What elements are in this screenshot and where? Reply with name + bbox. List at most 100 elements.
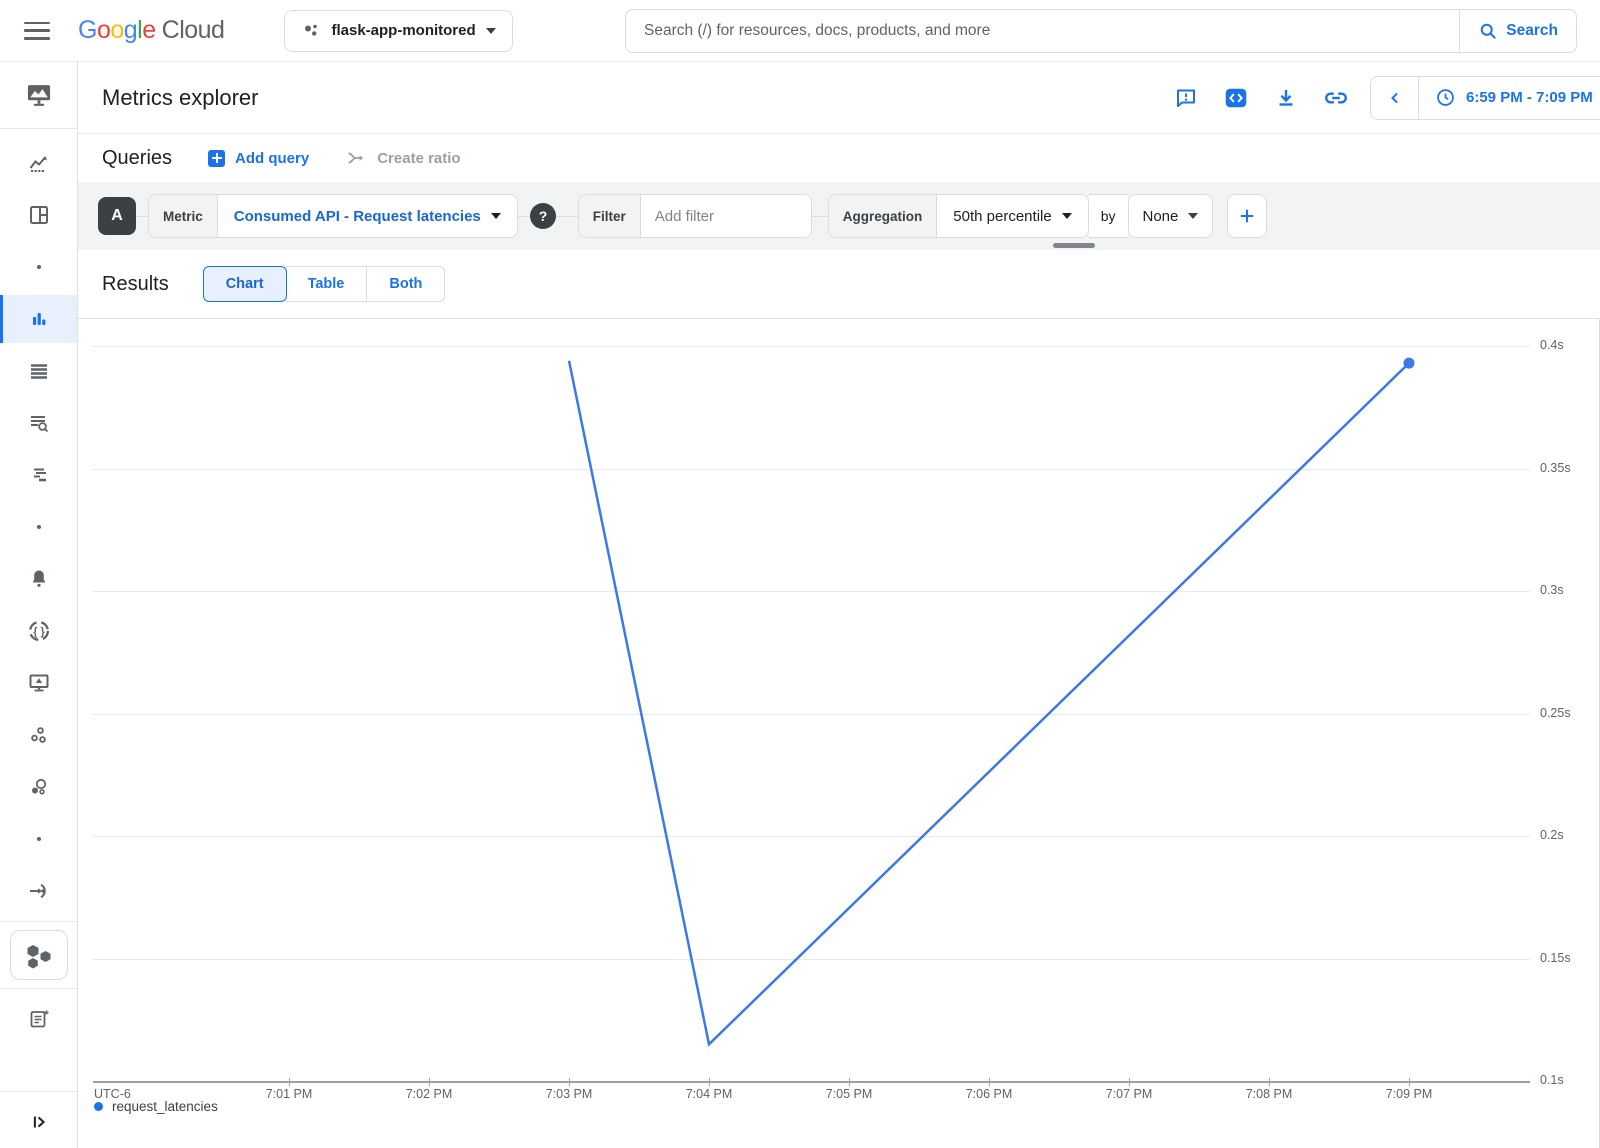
sidebar-item-dashboards[interactable]: [0, 189, 77, 241]
time-range-control: 6:59 PM - 7:09 PM: [1370, 76, 1600, 120]
data-sink-icon: [27, 879, 51, 903]
filter-input[interactable]: [641, 195, 811, 237]
add-query-button[interactable]: Add query: [208, 150, 309, 167]
results-view-toggle: Chart Table Both: [203, 266, 446, 302]
page-header: Metrics explorer: [78, 62, 1600, 134]
sidebar-item-groups[interactable]: [0, 709, 77, 761]
sidebar-item-alerting[interactable]: [0, 553, 77, 605]
clock-icon: [1435, 87, 1456, 108]
hexagons-icon: [24, 941, 54, 969]
aggregation-dropdown[interactable]: 50th percentile: [937, 195, 1087, 237]
metric-value: Consumed API - Request latencies: [234, 208, 481, 225]
create-ratio-button[interactable]: Create ratio: [345, 147, 460, 169]
sidebar-item-tune[interactable]: [0, 449, 77, 501]
sidebar-item-trend-chart[interactable]: [0, 137, 77, 189]
notes-icon: [27, 1007, 51, 1031]
uptime-monitor-icon: [27, 671, 51, 695]
circles-icon: [27, 775, 51, 799]
filter-label: Filter: [579, 195, 641, 237]
line-chart-plot-area[interactable]: 0.4s0.35s0.3s0.25s0.2s0.15s0.1s7:01 PM7:…: [78, 319, 1599, 1148]
by-label: by: [1089, 194, 1128, 238]
aggregation-control: Aggregation 50th percentile: [828, 194, 1089, 238]
collapse-panel-button[interactable]: [0, 1096, 77, 1148]
queries-row: Queries Add query Create ratio: [78, 134, 1600, 182]
sidebar-item-integrations[interactable]: { }: [0, 605, 77, 657]
logo-cloud-text: Cloud: [162, 16, 225, 44]
logo-letter: e: [142, 16, 155, 44]
chart-legend[interactable]: request_latencies: [94, 1099, 218, 1114]
trend-chart-icon: [27, 151, 51, 175]
page-title: Metrics explorer: [102, 85, 258, 111]
filter-control: Filter: [578, 194, 812, 238]
code-editor-button[interactable]: [1223, 85, 1249, 111]
legend-dot-icon: [94, 1102, 103, 1111]
chart-line-svg: [78, 319, 1600, 1148]
project-icon: [301, 21, 321, 41]
sidebar-separator-dot: [0, 813, 77, 865]
feedback-icon: [1174, 86, 1198, 110]
sidebar-item-hexagons[interactable]: [10, 930, 68, 980]
add-aggregation-button[interactable]: [1227, 194, 1267, 238]
sidebar-item-services[interactable]: [0, 761, 77, 813]
sidebar-item-uptime-checks[interactable]: [0, 657, 77, 709]
sidebar-separator-dot: [0, 241, 77, 293]
chevron-down-icon: [1062, 213, 1072, 219]
hamburger-menu-icon[interactable]: [24, 22, 50, 40]
connector-line: [556, 216, 578, 217]
logo-letter: G: [78, 16, 97, 44]
metric-selector: Metric Consumed API - Request latencies: [148, 194, 518, 238]
time-range-button[interactable]: 6:59 PM - 7:09 PM: [1419, 87, 1600, 108]
series-end-point: [1404, 358, 1415, 369]
chevron-left-icon: [1385, 88, 1405, 108]
expand-panel-icon: [28, 1111, 50, 1133]
aggregation-value: 50th percentile: [953, 208, 1051, 225]
metric-help-button[interactable]: ?: [530, 203, 556, 229]
merge-arrow-icon: [345, 147, 367, 169]
global-search: Search: [625, 9, 1577, 53]
resize-drag-handle[interactable]: [1053, 243, 1095, 248]
sidebar-divider: [0, 921, 77, 922]
tab-table[interactable]: Table: [286, 266, 368, 302]
time-range-value: 6:59 PM - 7:09 PM: [1466, 89, 1593, 106]
share-link-button[interactable]: [1323, 85, 1349, 111]
braces-circle-icon: { }: [26, 618, 52, 644]
logo-letter: g: [124, 16, 137, 44]
plus-icon: [1237, 206, 1257, 226]
chevron-down-icon: [486, 28, 496, 34]
main-content: Metrics explorer: [78, 62, 1600, 1148]
metric-dropdown[interactable]: Consumed API - Request latencies: [218, 195, 517, 237]
google-cloud-logo: GoogleCloud: [78, 16, 224, 45]
list-icon: [27, 359, 51, 383]
link-icon: [1323, 85, 1349, 111]
search-button[interactable]: Search: [1459, 10, 1576, 52]
tab-both[interactable]: Both: [367, 266, 445, 302]
plus-icon: [208, 150, 225, 167]
sidebar-item-data-sink[interactable]: [0, 865, 77, 917]
aggregation-label: Aggregation: [829, 195, 938, 237]
search-input[interactable]: [626, 22, 1459, 40]
sidebar-item-log-search[interactable]: [0, 397, 77, 449]
project-name: flask-app-monitored: [331, 22, 475, 39]
left-nav-sidebar: { }: [0, 62, 78, 1148]
chevron-down-icon: [491, 213, 501, 219]
monitoring-logo[interactable]: [0, 62, 77, 129]
bell-icon: [27, 567, 51, 591]
code-icon: [1223, 85, 1249, 111]
query-letter-badge[interactable]: A: [98, 197, 136, 235]
log-search-icon: [27, 411, 51, 435]
project-selector[interactable]: flask-app-monitored: [284, 10, 512, 52]
sidebar-item-release-notes[interactable]: [0, 993, 77, 1045]
feedback-button[interactable]: [1173, 85, 1199, 111]
tab-chart[interactable]: Chart: [203, 266, 287, 302]
download-button[interactable]: [1273, 85, 1299, 111]
logo-letter: o: [110, 16, 123, 44]
monitoring-logo-icon: [24, 81, 54, 109]
queries-title: Queries: [102, 147, 172, 170]
search-button-label: Search: [1506, 22, 1558, 40]
legend-series-label: request_latencies: [112, 1099, 218, 1114]
time-back-button[interactable]: [1371, 77, 1419, 119]
sidebar-divider: [0, 1091, 77, 1092]
sidebar-item-list[interactable]: [0, 345, 77, 397]
sidebar-item-metrics-explorer[interactable]: [0, 295, 77, 343]
group-by-dropdown[interactable]: None: [1128, 194, 1214, 238]
